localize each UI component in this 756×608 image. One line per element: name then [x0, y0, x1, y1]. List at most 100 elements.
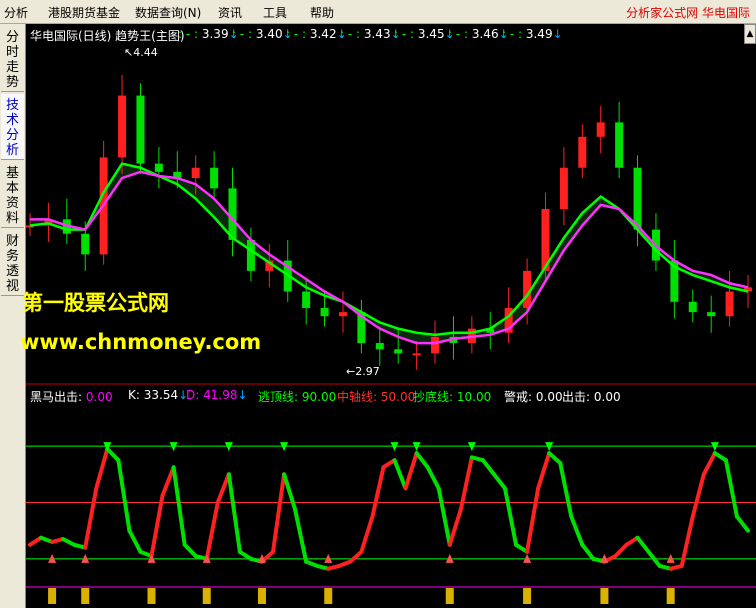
candle-body: [228, 188, 237, 240]
k-line-segment: [182, 542, 198, 559]
k-line-segment: [447, 507, 463, 547]
candle-body: [431, 336, 440, 354]
candle-body: [707, 312, 716, 317]
candle-body: [136, 95, 145, 164]
k-line-segment: [83, 486, 99, 550]
indicator-value: 50.00: [380, 390, 416, 404]
level-value: 3.43: [363, 27, 391, 41]
indicator-value: 90.00: [301, 390, 337, 404]
k-line-segment: [436, 486, 452, 547]
k-line-segment: [94, 446, 110, 491]
k-line-segment: [558, 461, 574, 519]
volume-signal-bar: [600, 588, 609, 604]
tab-label: 技术分析: [5, 98, 19, 158]
volume-signal-bar: [147, 588, 156, 604]
indicator-separator: :: [135, 388, 144, 402]
k-line-segment: [403, 451, 419, 491]
indicator-panel: [26, 442, 756, 604]
tab-intraday[interactable]: 分时走势: [1, 26, 24, 92]
k-line-segment: [458, 455, 474, 512]
k-line-segment: [525, 486, 541, 554]
candle-body: [81, 233, 90, 255]
indicator-value: 33.54: [143, 388, 179, 402]
indicator-label: 警戒: [504, 390, 529, 404]
high-price-label: ↖4.44: [124, 46, 158, 59]
candle-body: [578, 136, 587, 168]
level-marker: : - : 3.49↓: [502, 27, 563, 41]
indicator-item: 抄底线: 10.00: [413, 388, 491, 405]
menu-news[interactable]: 资讯: [218, 4, 242, 21]
price-chart-panel: [26, 74, 752, 370]
k-line-segment: [149, 493, 165, 559]
down-arrow-icon: ↓: [552, 27, 563, 41]
k-line-segment: [502, 486, 519, 547]
indicator-item: D: 41.98↓: [186, 388, 248, 402]
menu-data-query[interactable]: 数据查询(N): [135, 4, 201, 21]
volume-signal-bar: [445, 588, 454, 604]
menu-help[interactable]: 帮助: [310, 4, 334, 21]
candle-body: [688, 301, 697, 313]
level-marker: : - : 3.46↓: [448, 27, 509, 41]
indicator-label: 抄底线: [413, 390, 450, 404]
menu-hk-futures-funds[interactable]: 港股期货基金: [48, 4, 120, 21]
indicator-label: 出击: [562, 390, 587, 404]
window-title: 分析家公式网 华电国际: [626, 6, 750, 20]
candle-body: [375, 343, 384, 350]
level-prefix: : - :: [394, 27, 418, 41]
candle-body: [302, 291, 311, 308]
volume-signal-bar: [48, 588, 57, 604]
menu-analysis[interactable]: 分析: [4, 4, 28, 21]
k-line-segment: [580, 542, 596, 561]
k-line-segment: [204, 500, 220, 561]
volume-signal-bar: [202, 588, 211, 604]
candle-body: [412, 353, 421, 356]
level-value: 3.42: [309, 27, 337, 41]
high-price-value: 4.44: [133, 46, 158, 59]
tab-label: 基本资料: [5, 166, 19, 226]
k-line-segment: [171, 465, 187, 547]
candle-body: [118, 95, 127, 158]
candle-body: [191, 167, 200, 179]
indicator-separator: :: [586, 390, 594, 404]
arrow-icon: ↖: [124, 46, 134, 59]
indicator-separator: :: [195, 388, 204, 402]
indicator-separator: :: [294, 390, 302, 404]
menu-tools[interactable]: 工具: [263, 4, 287, 21]
arrow-icon: ←: [346, 365, 356, 378]
tab-technical-analysis[interactable]: 技术分析: [1, 94, 24, 160]
candle-body: [320, 308, 329, 317]
candle-body: [154, 163, 163, 172]
level-prefix: : - :: [178, 27, 202, 41]
k-line-segment: [127, 528, 143, 554]
candle-body: [615, 122, 624, 168]
k-line-segment: [480, 458, 496, 477]
indicator-separator: :: [528, 390, 536, 404]
k-line-segment: [613, 542, 629, 559]
level-value: 3.40: [255, 27, 283, 41]
volume-signal-bar: [666, 588, 675, 604]
level-prefix: : - :: [286, 27, 310, 41]
down-arrow-icon: ↓: [237, 388, 248, 402]
k-line-segment: [348, 549, 364, 564]
k-line-segment: [569, 514, 585, 547]
tab-financials[interactable]: 财务透视: [1, 230, 24, 296]
k-line-segment: [370, 465, 386, 519]
indicator-value: 41.98: [203, 388, 238, 402]
k-line-segment: [271, 472, 287, 554]
indicator-label: D: [186, 388, 196, 402]
watermark-title: 第一股票公式网: [22, 291, 169, 315]
level-prefix: : - :: [340, 27, 364, 41]
k-line-segment: [293, 507, 309, 564]
indicator-separator: :: [78, 390, 86, 404]
volume-signal-bar: [81, 588, 90, 604]
level-marker: : - : 3.43↓: [340, 27, 401, 41]
level-value: 3.45: [417, 27, 445, 41]
indicator-label: 逃顶线: [258, 390, 295, 404]
watermark-url: www.chnmoney.com: [20, 330, 262, 354]
k-line-segment: [690, 472, 706, 519]
k-line-segment: [359, 514, 375, 554]
tab-fundamentals[interactable]: 基本资料: [1, 162, 24, 228]
candle-body: [394, 349, 403, 354]
indicator-value: 0.00: [535, 390, 563, 404]
tab-label: 分时走势: [5, 30, 19, 90]
